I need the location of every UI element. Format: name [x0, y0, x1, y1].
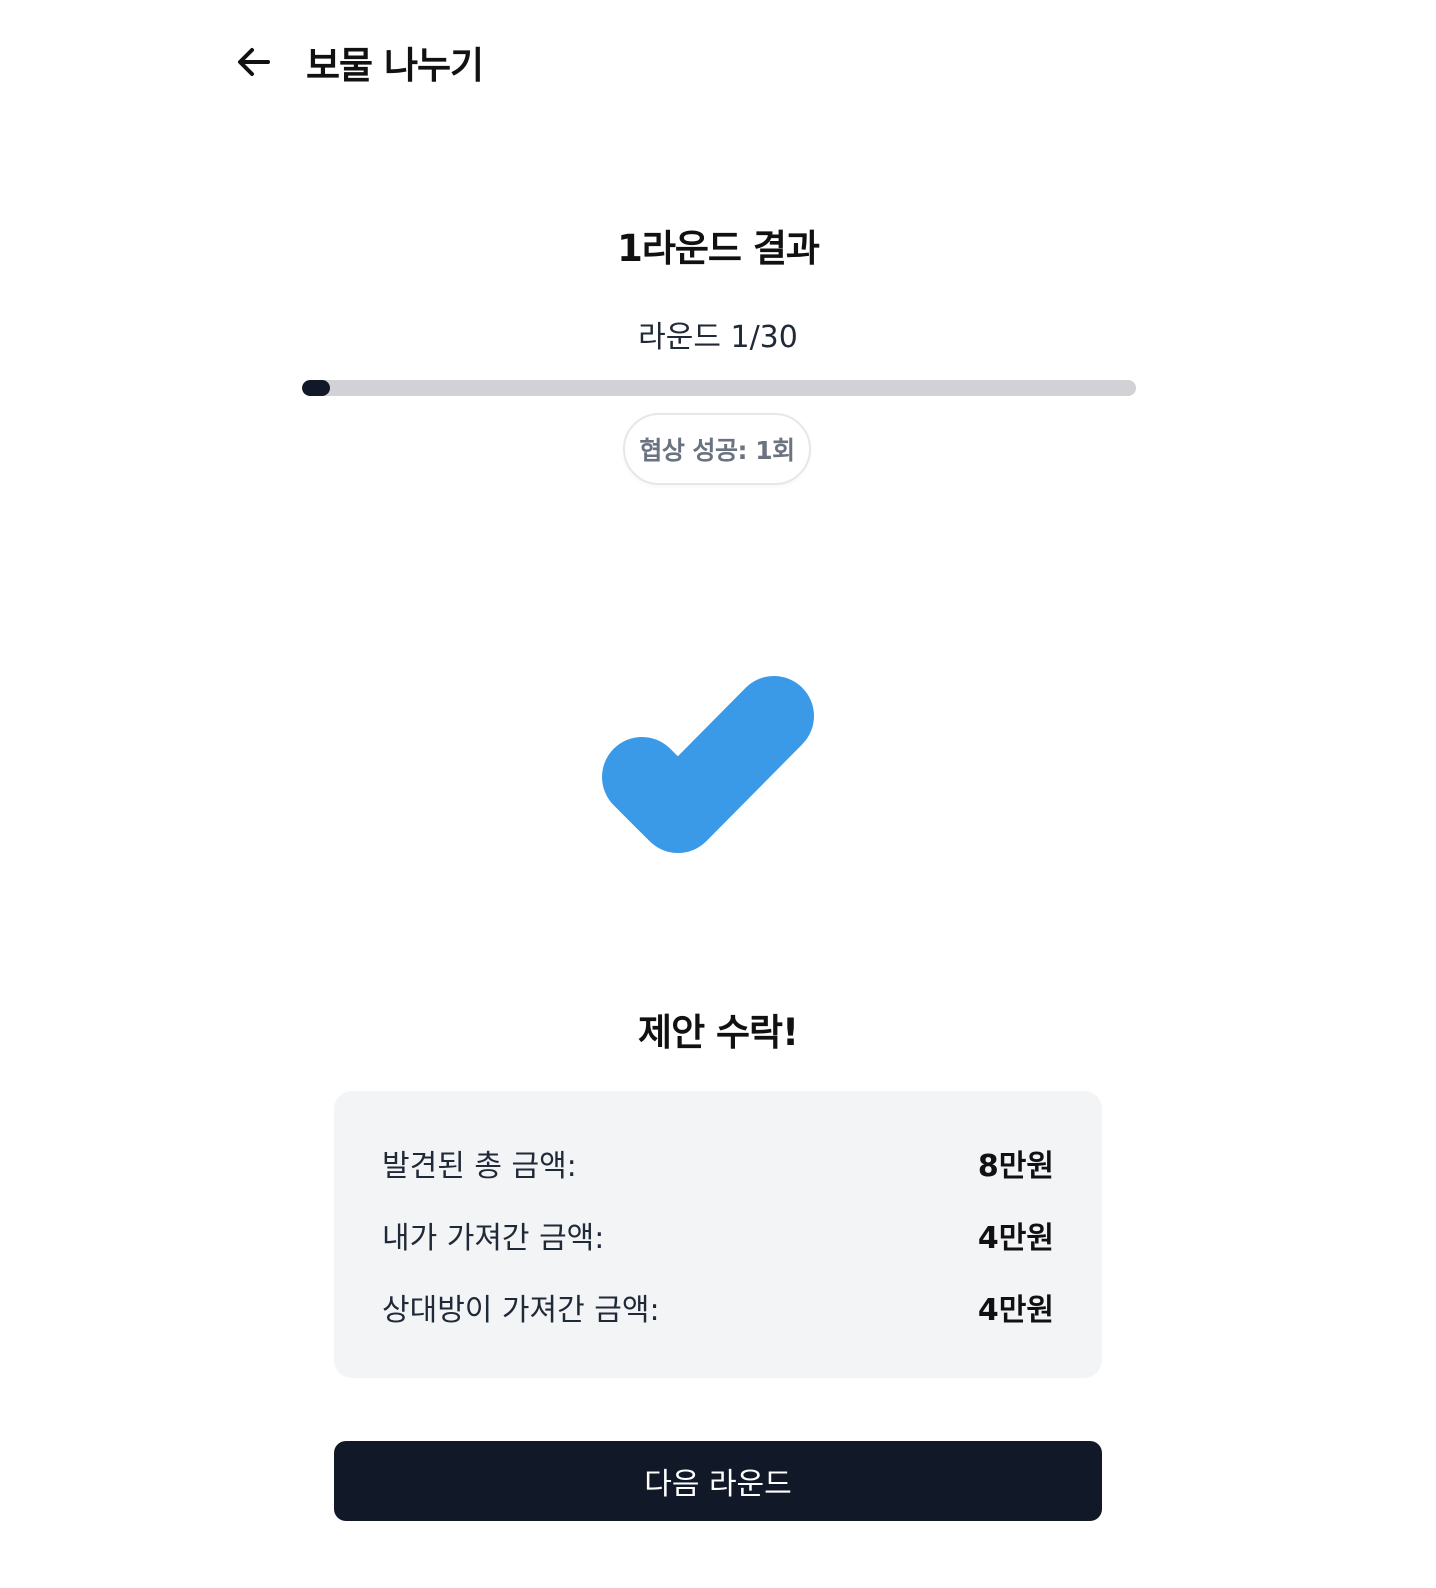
page: 보물 나누기 1라운드 결과 라운드 1/30 협상 성공: 1회 제안 수락!…: [0, 0, 1436, 1588]
summary-label: 발견된 총 금액:: [382, 1149, 577, 1184]
check-icon: [598, 676, 838, 876]
summary-label: 내가 가져간 금액:: [382, 1221, 605, 1256]
summary-row-opponent: 상대방이 가져간 금액: 4만원: [382, 1271, 1054, 1343]
round-result-title: 1라운드 결과: [617, 227, 820, 270]
summary-row-total: 발견된 총 금액: 8만원: [382, 1127, 1054, 1199]
summary-value: 8만원: [977, 1149, 1054, 1184]
round-counter: 라운드 1/30: [638, 320, 798, 355]
next-round-button[interactable]: 다음 라운드: [334, 1441, 1102, 1521]
back-button[interactable]: [230, 38, 278, 86]
arrow-left-icon: [238, 48, 270, 76]
header: 보물 나누기: [236, 32, 484, 92]
summary-label: 상대방이 가져간 금액:: [382, 1293, 660, 1328]
round-progress-bar: [302, 380, 1136, 396]
summary-row-mine: 내가 가져간 금액: 4만원: [382, 1199, 1054, 1271]
result-title: 제안 수락!: [638, 1011, 799, 1054]
round-progress-fill: [302, 380, 330, 396]
summary-value: 4만원: [977, 1221, 1054, 1256]
summary-value: 4만원: [977, 1293, 1054, 1328]
page-title: 보물 나누기: [306, 44, 484, 87]
summary-card: 발견된 총 금액: 8만원 내가 가져간 금액: 4만원 상대방이 가져간 금액…: [334, 1091, 1102, 1378]
negotiation-success-badge: 협상 성공: 1회: [623, 413, 811, 485]
